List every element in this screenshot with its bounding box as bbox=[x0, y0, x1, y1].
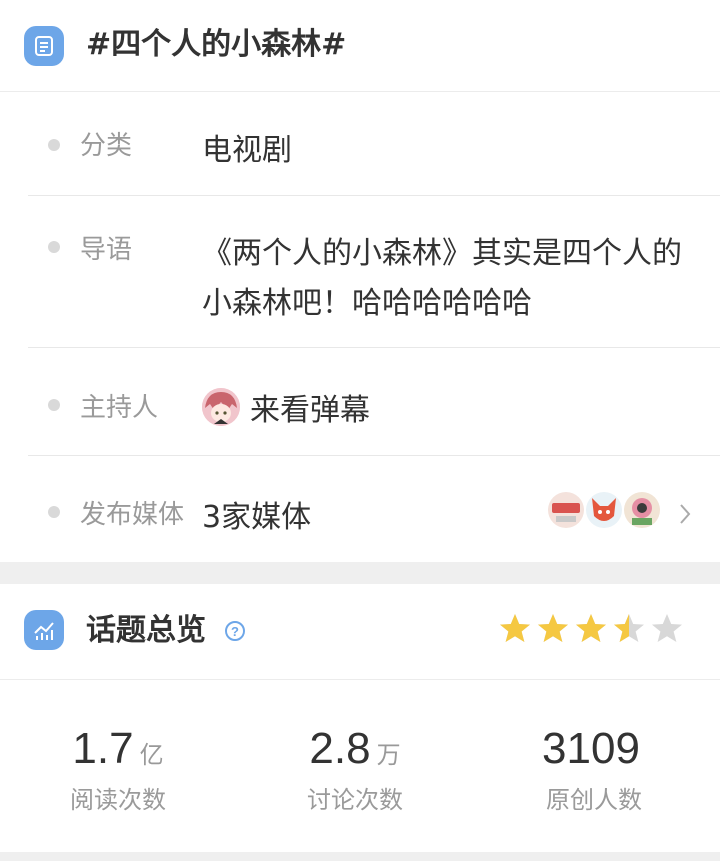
read-count: 1.7 bbox=[72, 724, 134, 773]
bullet-dot bbox=[48, 241, 60, 253]
host-name[interactable]: 来看弹幕 bbox=[250, 385, 370, 429]
star-icon bbox=[652, 614, 682, 642]
discussion-count-label: 讨论次数 bbox=[307, 786, 403, 814]
original-users-label: 原创人数 bbox=[546, 786, 642, 814]
original-users-count: 3109 bbox=[542, 724, 640, 773]
read-count-unit: 亿 bbox=[139, 741, 164, 769]
bullet-dot bbox=[48, 506, 60, 518]
host-avatar[interactable] bbox=[202, 388, 240, 426]
media-label: 发布媒体 bbox=[80, 500, 185, 530]
media-avatar[interactable] bbox=[546, 490, 586, 530]
star-icon bbox=[538, 614, 568, 642]
host-label: 主持人 bbox=[80, 393, 159, 423]
category-value[interactable]: 电视剧 bbox=[202, 125, 292, 169]
intro-label: 导语 bbox=[80, 235, 133, 265]
star-icon bbox=[614, 614, 644, 642]
topic-header: #四个人的小森林# bbox=[0, 0, 720, 92]
category-row: 分类 电视剧 bbox=[28, 92, 720, 196]
rating-stars bbox=[498, 612, 684, 644]
category-label: 分类 bbox=[80, 131, 133, 161]
bullet-dot bbox=[48, 139, 60, 151]
overview-title: 话题总览 bbox=[86, 613, 206, 648]
media-count[interactable]: 3家媒体 bbox=[202, 492, 311, 536]
discussion-count-stat: 2.8 万 讨论次数 bbox=[255, 724, 455, 815]
star-icon bbox=[576, 614, 606, 642]
help-icon[interactable]: ? bbox=[224, 620, 246, 646]
section-divider bbox=[0, 562, 720, 584]
section-divider bbox=[0, 852, 720, 861]
discussion-count: 2.8 bbox=[309, 724, 371, 773]
media-avatar[interactable] bbox=[622, 490, 662, 530]
read-count-label: 阅读次数 bbox=[70, 786, 166, 814]
chevron-right-icon[interactable] bbox=[678, 502, 692, 530]
star-icon bbox=[500, 614, 530, 642]
svg-text:?: ? bbox=[231, 624, 239, 639]
media-avatar-group[interactable] bbox=[546, 490, 662, 530]
intro-text: 《两个人的小森林》其实是四个人的小森林吧！哈哈哈哈哈哈 bbox=[202, 236, 682, 321]
discussion-count-unit: 万 bbox=[376, 741, 401, 769]
overview-header: 话题总览 ? bbox=[0, 584, 720, 680]
topic-title: #四个人的小森林# bbox=[86, 27, 347, 62]
list-icon bbox=[24, 26, 64, 66]
trend-chart-icon bbox=[24, 610, 64, 650]
read-count-stat: 1.7 亿 阅读次数 bbox=[18, 724, 218, 815]
intro-row: 导语 《两个人的小森林》其实是四个人的小森林吧！哈哈哈哈哈哈 bbox=[28, 196, 720, 348]
media-row[interactable]: 发布媒体 3家媒体 bbox=[28, 456, 720, 562]
bullet-dot bbox=[48, 399, 60, 411]
media-avatar[interactable] bbox=[584, 490, 624, 530]
original-users-stat: 3109 原创人数 bbox=[494, 724, 694, 815]
host-row[interactable]: 主持人 来看弹幕 bbox=[28, 348, 720, 456]
